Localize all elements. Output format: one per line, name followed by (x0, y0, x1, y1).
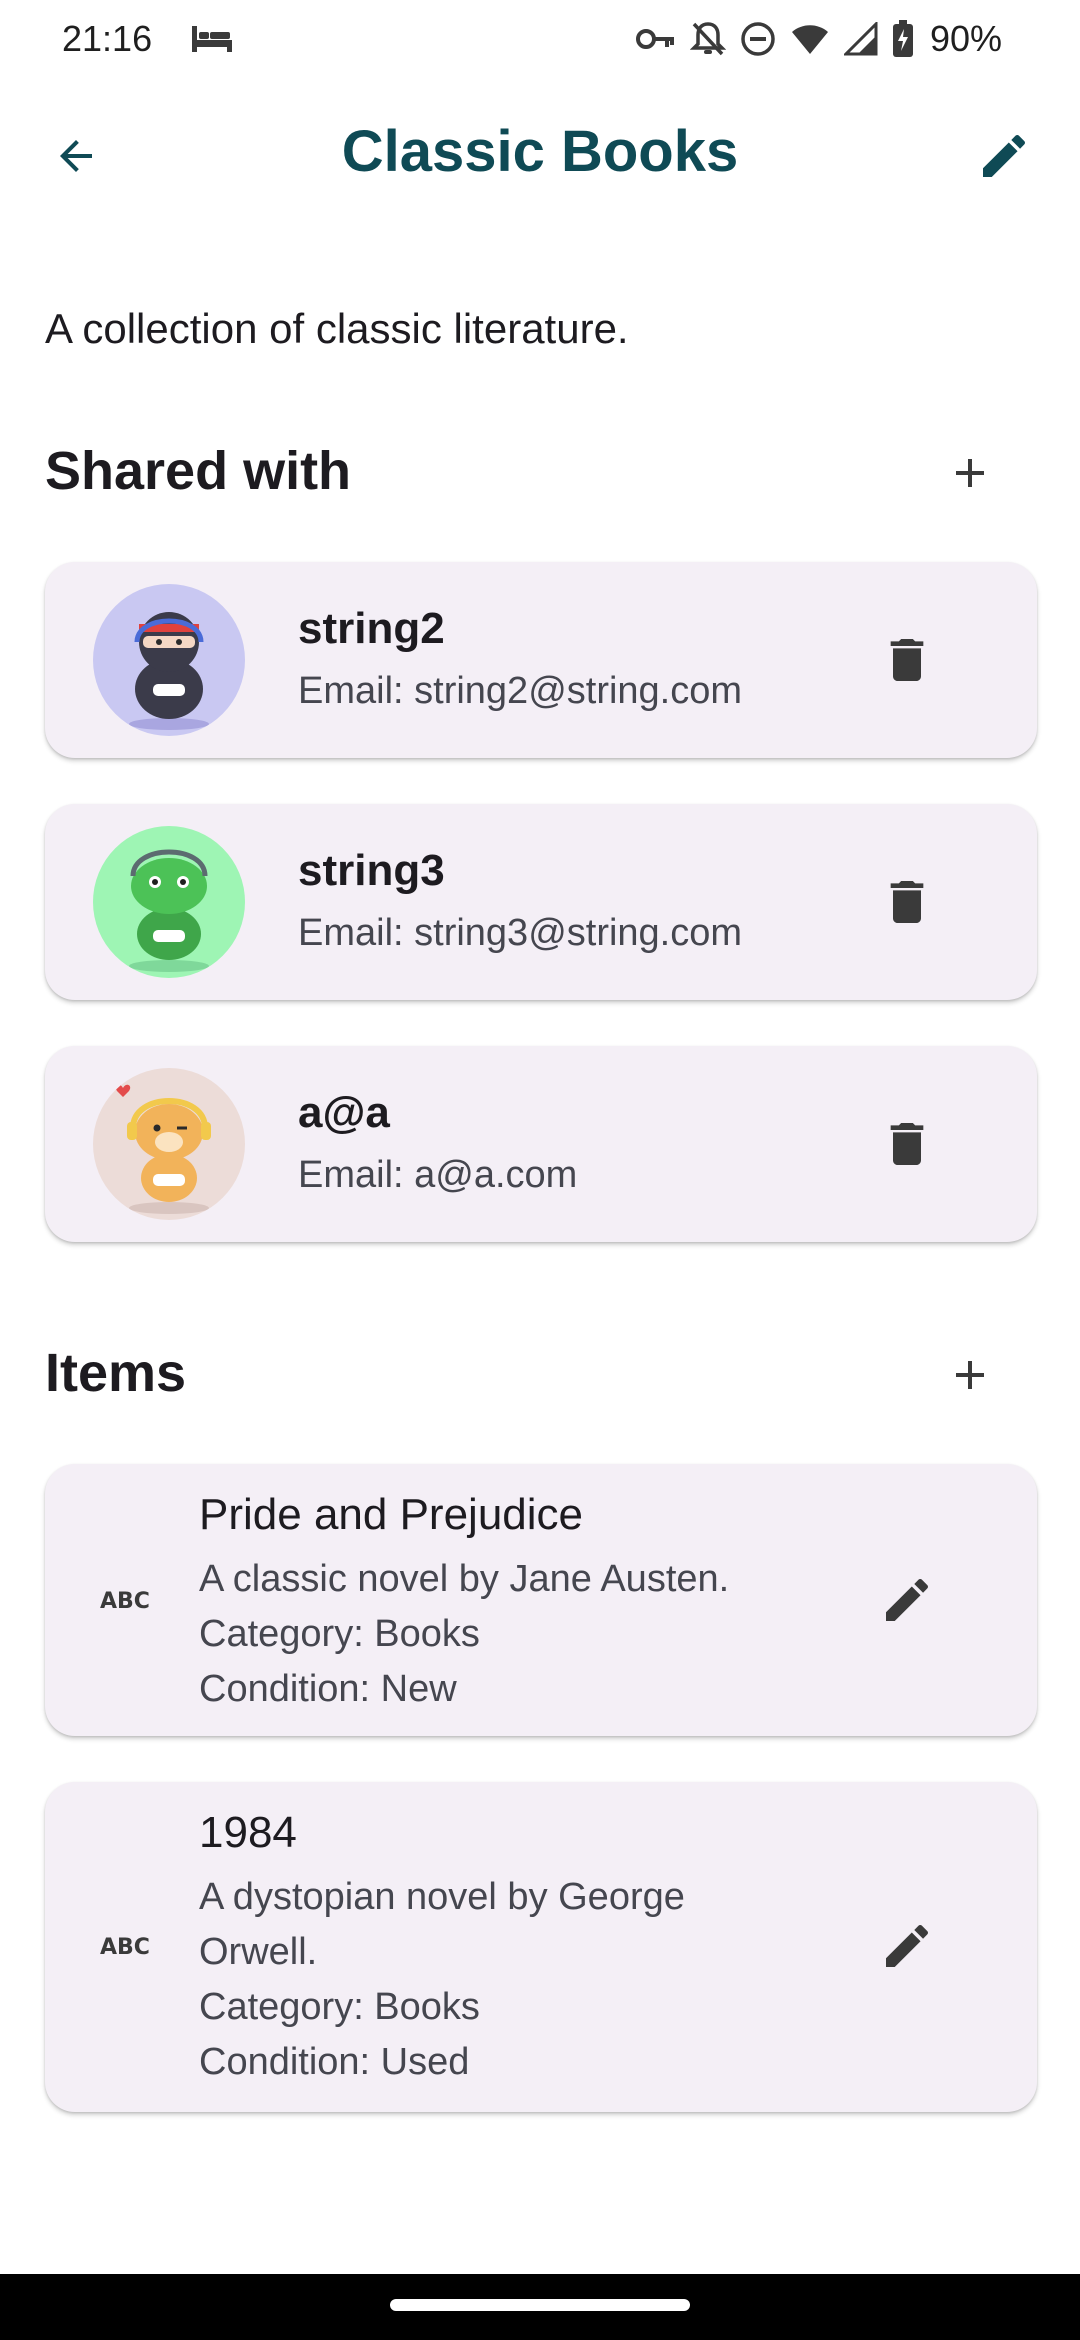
edit-item-button[interactable] (877, 1570, 937, 1630)
dnd-icon (740, 21, 776, 57)
remove-user-button[interactable] (877, 872, 937, 932)
bed-icon (190, 22, 234, 56)
user-email: Email: string3@string.com (298, 912, 743, 954)
svg-text:ABC: ABC (100, 1935, 150, 1960)
ninja-gamer-avatar (93, 584, 245, 736)
item-description: A classic novel by Jane Austen. (199, 1558, 730, 1600)
status-icons: 90% (635, 18, 1002, 60)
plus-icon (956, 459, 984, 487)
add-share-button[interactable] (940, 443, 1000, 503)
svg-text:ABC: ABC (100, 1589, 150, 1614)
trash-icon (890, 881, 924, 923)
remove-user-button[interactable] (877, 1114, 937, 1174)
user-email: Email: a@a.com (298, 1154, 578, 1196)
wifi-icon (790, 22, 830, 56)
app-bar: Classic Books (0, 100, 1080, 212)
item-condition: Condition: Used (199, 2041, 470, 2083)
trash-icon (890, 639, 924, 681)
abc-icon: ABC (95, 1580, 155, 1620)
key-icon (635, 24, 676, 54)
item-details: A classic novel by Jane Austen. Category… (199, 1552, 779, 1717)
abc-icon: ABC (95, 1926, 155, 1966)
item-description-line1: A dystopian novel by George (199, 1876, 685, 1918)
page-title: Classic Books (341, 119, 739, 184)
bell-off-icon (689, 20, 726, 58)
item-card[interactable]: ABC 1984 A dystopian novel by George Orw… (45, 1782, 1037, 2112)
plus-icon (956, 1361, 984, 1389)
shared-user-card: a@a Email: a@a.com (45, 1046, 1037, 1242)
list-description: A collection of classic literature. (45, 305, 629, 352)
battery-charging-icon (892, 20, 914, 58)
signal-icon (843, 22, 878, 56)
pencil-icon (983, 134, 1026, 177)
add-item-button[interactable] (940, 1345, 1000, 1405)
item-category: Category: Books (199, 1986, 480, 2028)
user-name: string2 (298, 604, 445, 653)
user-name: string3 (298, 846, 445, 895)
battery-percent: 90% (929, 18, 1002, 59)
item-card[interactable]: ABC Pride and Prejudice A classic novel … (45, 1464, 1037, 1736)
edit-list-button[interactable] (974, 126, 1034, 186)
items-heading: Items (45, 1343, 187, 1403)
edit-item-button[interactable] (877, 1916, 937, 1976)
shared-user-card: string2 Email: string2@string.com (45, 562, 1037, 758)
user-email: Email: string2@string.com (298, 670, 743, 712)
trash-icon (890, 1123, 924, 1165)
remove-user-button[interactable] (877, 630, 937, 690)
item-description-line2: Orwell. (199, 1931, 318, 1973)
home-gesture-handle[interactable] (390, 2299, 690, 2311)
shared-with-heading: Shared with (45, 441, 352, 501)
status-bar: 21:16 90% (0, 0, 1080, 78)
user-name: a@a (298, 1088, 390, 1137)
dog-gamer-avatar (93, 1068, 245, 1220)
item-title: Pride and Prejudice (199, 1490, 584, 1539)
shared-user-card: string3 Email: string3@string.com (45, 804, 1037, 1000)
pencil-icon (886, 1578, 929, 1621)
item-condition: Condition: New (199, 1668, 457, 1710)
status-time: 21:16 (62, 18, 153, 59)
pencil-icon (886, 1924, 929, 1967)
item-details: A dystopian novel by George Orwell. Cate… (199, 1870, 779, 2090)
item-category: Category: Books (199, 1613, 480, 1655)
dino-gamer-avatar (93, 826, 245, 978)
item-title: 1984 (199, 1808, 297, 1857)
